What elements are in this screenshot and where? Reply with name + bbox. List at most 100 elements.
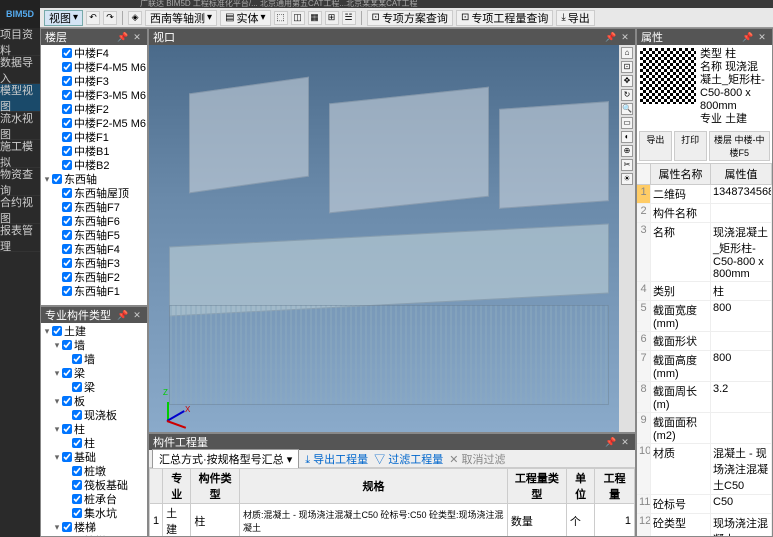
close-icon[interactable]: ✕ xyxy=(131,309,143,321)
tree-item[interactable]: 桩墩 xyxy=(42,464,146,478)
tree-checkbox[interactable] xyxy=(62,76,72,86)
tree-item[interactable]: ▾楼梯 xyxy=(42,520,146,534)
tree-item[interactable]: ▾土建 xyxy=(42,324,146,338)
prop-row[interactable]: 6截面形状 xyxy=(637,332,772,351)
tree-item[interactable]: 中楼F4 xyxy=(42,46,146,60)
prop-row[interactable]: 5截面宽度(mm)800 xyxy=(637,301,772,332)
qty-clear[interactable]: ✕ 取消过滤 xyxy=(449,451,505,467)
tree-item[interactable]: 东西轴屋顶 xyxy=(42,186,146,200)
tree-checkbox[interactable] xyxy=(52,174,62,184)
orient-dropdown[interactable]: 西南等轴测 ▾ xyxy=(145,10,217,26)
tree-checkbox[interactable] xyxy=(62,258,72,268)
tree-item[interactable]: 中楼B2 xyxy=(42,158,146,172)
close-icon[interactable]: ✕ xyxy=(619,436,631,448)
vt-c[interactable]: ✂ xyxy=(621,159,633,171)
tree-item[interactable]: 中楼F3 xyxy=(42,74,146,88)
tree-item[interactable]: 中楼B1 xyxy=(42,144,146,158)
tree-checkbox[interactable] xyxy=(62,132,72,142)
tree-checkbox[interactable] xyxy=(62,522,72,532)
prop-export[interactable]: 导出 xyxy=(639,131,672,161)
display-mode[interactable]: ▤ 实体 ▾ xyxy=(220,10,270,26)
vt-orbit[interactable]: ↻ xyxy=(621,89,633,101)
vt-pan[interactable]: ✥ xyxy=(621,75,633,87)
nav-物资查询[interactable]: 物资查询 xyxy=(0,168,40,196)
3d-viewport[interactable]: Z X xyxy=(149,45,635,432)
tree-checkbox[interactable] xyxy=(62,160,72,170)
tree-item[interactable]: 筏板基础 xyxy=(42,478,146,492)
view-menu[interactable]: 视图 ▾ xyxy=(44,10,83,26)
pin-icon[interactable]: 📌 xyxy=(742,31,754,43)
qty-query[interactable]: ⊡ 专项工程量查询 xyxy=(456,10,553,26)
nav-报表管理[interactable]: 报表管理 xyxy=(0,224,40,252)
tree-item[interactable]: 中楼F2-M5 M6 xyxy=(42,116,146,130)
tree-checkbox[interactable] xyxy=(62,118,72,128)
tree-checkbox[interactable] xyxy=(62,230,72,240)
tree-item[interactable]: ▾墙 xyxy=(42,338,146,352)
tool-2[interactable]: ◫ xyxy=(291,11,305,25)
tree-item[interactable]: ▾基础 xyxy=(42,450,146,464)
nav-数据导入[interactable]: 数据导入 xyxy=(0,56,40,84)
tree-checkbox[interactable] xyxy=(72,354,82,364)
tree-item[interactable]: 桩承台 xyxy=(42,492,146,506)
tree-item[interactable]: ▾东西轴 xyxy=(42,172,146,186)
tree-item[interactable]: 东西轴F1 xyxy=(42,284,146,298)
qty-export[interactable]: ⤓ 导出工程量 xyxy=(305,451,368,467)
tool-4[interactable]: ⊞ xyxy=(325,11,339,25)
tree-item[interactable]: 东西轴F4 xyxy=(42,242,146,256)
prop-row[interactable]: 8截面周长(m)3.2 xyxy=(637,382,772,413)
tree-item[interactable]: 中楼F3-M5 M6 xyxy=(42,88,146,102)
export-button[interactable]: ⤓ 导出 xyxy=(556,10,594,26)
tree-checkbox[interactable] xyxy=(62,396,72,406)
prop-row[interactable]: 3名称现浇混凝土_矩形柱-C50-800 x 800mm xyxy=(637,223,772,282)
tree-checkbox[interactable] xyxy=(62,216,72,226)
prop-row[interactable]: 12砼类型现场浇注混凝土 xyxy=(637,514,772,536)
tree-item[interactable]: 集水坑 xyxy=(42,506,146,520)
tree-checkbox[interactable] xyxy=(62,286,72,296)
tree-item[interactable]: 中楼F2 xyxy=(42,102,146,116)
tree-item[interactable]: 东西轴F6 xyxy=(42,214,146,228)
prop-row[interactable]: 10材质混凝土 - 现场浇注混凝土C50 xyxy=(637,444,772,495)
orient-icon[interactable]: ◈ xyxy=(128,11,142,25)
redo-button[interactable]: ↷ xyxy=(103,11,117,25)
qty-summary-tab[interactable]: 汇总方式·按规格型号汇总 ▾ xyxy=(152,449,299,468)
prop-print[interactable]: 打印 xyxy=(674,131,707,161)
tree-checkbox[interactable] xyxy=(62,90,72,100)
tree-checkbox[interactable] xyxy=(62,202,72,212)
vt-fit[interactable]: ⊡ xyxy=(621,61,633,73)
nav-合约视图[interactable]: 合约视图 xyxy=(0,196,40,224)
prop-row[interactable]: 7截面高度(mm)800 xyxy=(637,351,772,382)
tree-item[interactable]: 东西轴F7 xyxy=(42,200,146,214)
plan-query[interactable]: ⊡ 专项方案查询 xyxy=(367,10,453,26)
tree-checkbox[interactable] xyxy=(62,62,72,72)
close-icon[interactable]: ✕ xyxy=(131,31,143,43)
tree-checkbox[interactable] xyxy=(72,508,82,518)
pin-icon[interactable]: 📌 xyxy=(117,31,129,43)
floor-tree[interactable]: 中楼F4中楼F4-M5 M6中楼F3中楼F3-M5 M6中楼F2中楼F2-M5 … xyxy=(41,45,147,305)
tree-checkbox[interactable] xyxy=(62,48,72,58)
tree-item[interactable]: ▾板 xyxy=(42,394,146,408)
qty-table[interactable]: 专业构件类型规格工程量类型单位工程量1土建柱材质:混凝土 - 现场浇注混凝土C5… xyxy=(149,468,635,536)
tree-checkbox[interactable] xyxy=(62,104,72,114)
tree-checkbox[interactable] xyxy=(62,146,72,156)
prop-row[interactable]: 4类别柱 xyxy=(637,282,772,301)
nav-模型视图[interactable]: 模型视图 xyxy=(0,84,40,112)
tree-item[interactable]: 东西轴F2 xyxy=(42,270,146,284)
vt-zoom[interactable]: 🔍 xyxy=(621,103,633,115)
tree-item[interactable]: 柱 xyxy=(42,436,146,450)
tree-item[interactable]: 东西轴F5 xyxy=(42,228,146,242)
prop-grid[interactable]: 1二维码13487345689481794602构件名称3名称现浇混凝土_矩形柱… xyxy=(637,185,772,536)
pin-icon[interactable]: 📌 xyxy=(605,31,617,43)
tree-checkbox[interactable] xyxy=(72,410,82,420)
tree-checkbox[interactable] xyxy=(62,424,72,434)
tree-item[interactable]: 东西轴F3 xyxy=(42,256,146,270)
tree-checkbox[interactable] xyxy=(72,480,82,490)
tree-item[interactable]: 现浇板 xyxy=(42,408,146,422)
tree-item[interactable]: ▾梁 xyxy=(42,366,146,380)
vt-home[interactable]: ⌂ xyxy=(621,47,633,59)
tree-checkbox[interactable] xyxy=(72,438,82,448)
pin-icon[interactable]: 📌 xyxy=(605,436,617,448)
tree-item[interactable]: 中楼F1 xyxy=(42,130,146,144)
nav-项目资料[interactable]: 项目资料 xyxy=(0,28,40,56)
tree-item[interactable]: 墙 xyxy=(42,352,146,366)
types-tree[interactable]: ▾土建▾墙墙▾梁梁▾板现浇板▾柱柱▾基础桩墩筏板基础桩承台集水坑▾楼梯楼梯 xyxy=(41,323,147,536)
